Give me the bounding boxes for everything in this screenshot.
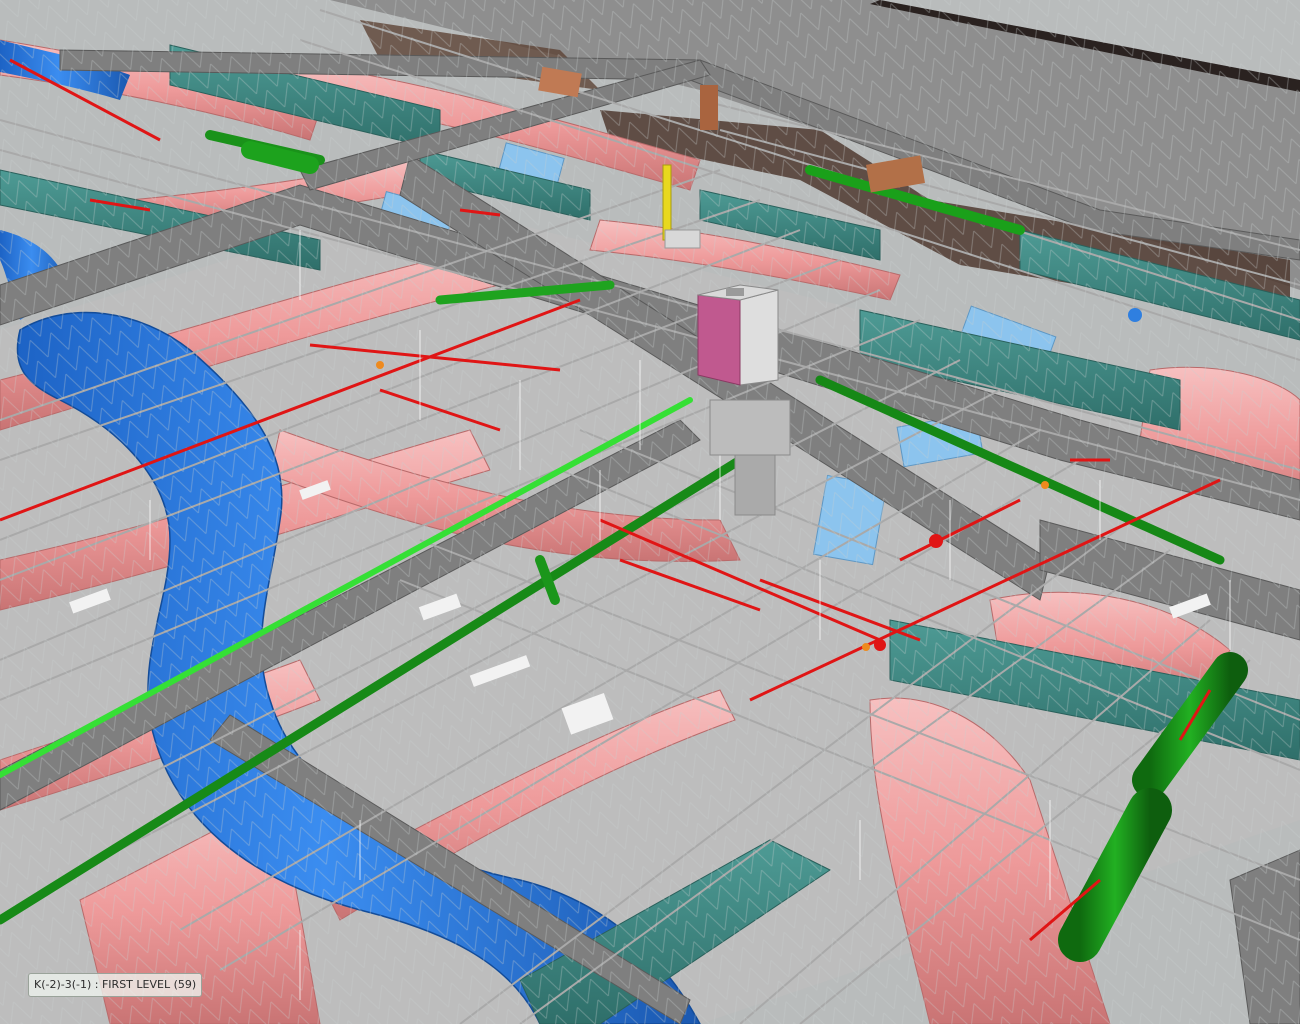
view-status-label: K(-2)-3(-1) : FIRST LEVEL (59) (28, 973, 203, 997)
blue-fitting (1128, 308, 1142, 322)
sprinkler-valve-2 (874, 639, 886, 651)
sprinkler-head-2 (1041, 481, 1049, 489)
vertical-yellow-pipe (662, 164, 672, 241)
pipe-chase-base (734, 454, 776, 516)
equipment-box-side (739, 289, 779, 386)
sprinkler-valve-1 (929, 534, 943, 548)
sprinkler-head-1 (376, 361, 384, 369)
sprinkler-head-3 (862, 643, 870, 651)
3d-model-viewport[interactable]: K(-2)-3(-1) : FIRST LEVEL (59) (0, 0, 1300, 1024)
equipment-box-top-opening (726, 288, 744, 296)
bim-model-scene (0, 0, 1300, 1024)
pipe-base-block (664, 229, 701, 249)
brown-box-3 (700, 85, 718, 130)
pipe-chase-column (709, 399, 791, 456)
equipment-box-front (697, 294, 741, 386)
